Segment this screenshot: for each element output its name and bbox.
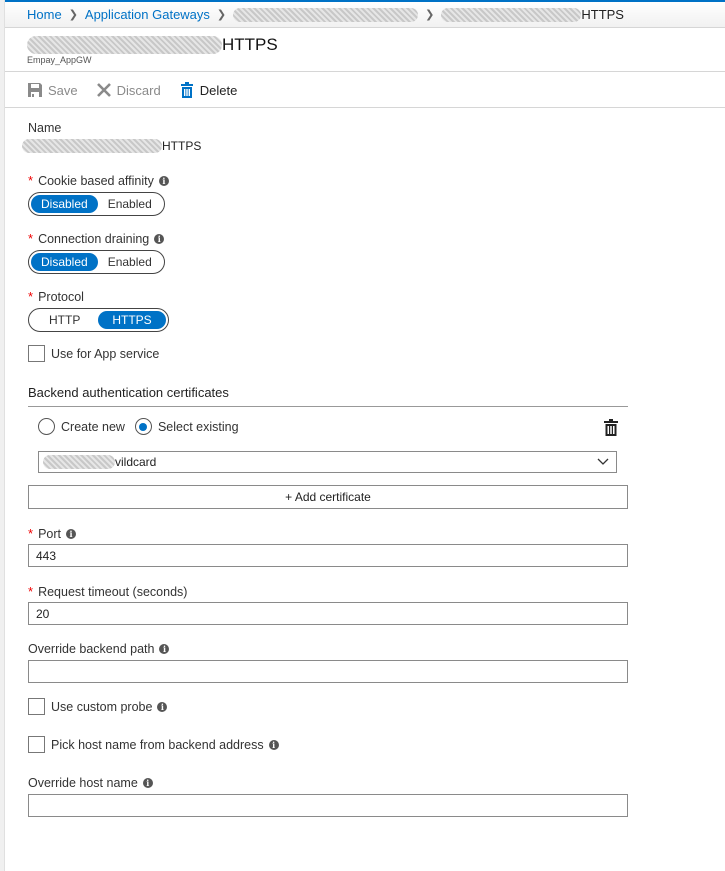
section-divider	[28, 406, 628, 407]
chevron-right-icon: ❯	[216, 9, 227, 21]
required-asterisk: *	[28, 584, 34, 599]
delete-label: Delete	[199, 82, 238, 98]
protocol-label: Protocol	[38, 289, 84, 304]
select-existing-radio[interactable]	[134, 418, 152, 435]
redacted-text	[22, 139, 162, 153]
cookie-affinity-enabled[interactable]: Enabled	[98, 195, 162, 213]
chevron-down-icon	[597, 455, 609, 470]
breadcrumb: Home ❯ Application Gateways ❯ ❯ HTTPS	[5, 2, 725, 28]
request-timeout-label: Request timeout (seconds)	[38, 584, 188, 599]
override-backend-path-field: Override backend path i	[28, 642, 170, 656]
breadcrumb-current: HTTPS	[581, 7, 624, 22]
name-label: Name	[28, 121, 62, 135]
delete-certificate-icon[interactable]	[604, 419, 618, 441]
breadcrumb-gateway-redacted[interactable]	[233, 7, 419, 22]
pick-host-name-field: Pick host name from backend address i	[28, 736, 279, 753]
connection-draining-label: Connection draining	[38, 231, 150, 246]
port-field: * Port i	[28, 526, 76, 541]
connection-draining-disabled[interactable]: Disabled	[31, 253, 98, 271]
connection-draining-field: * Connection draining i Disabled Enabled	[28, 231, 165, 274]
port-input[interactable]: 443	[28, 544, 628, 567]
required-asterisk: *	[28, 526, 34, 541]
request-timeout-field: * Request timeout (seconds)	[28, 584, 187, 599]
port-label: Port	[38, 526, 61, 541]
chevron-right-icon: ❯	[68, 9, 78, 21]
pick-host-name-label: Pick host name from backend address	[51, 737, 264, 752]
info-icon[interactable]: i	[154, 233, 165, 244]
page-title: HTTPS	[222, 35, 278, 54]
save-icon	[27, 82, 43, 98]
certificate-select-value: vildcard	[115, 455, 157, 469]
override-backend-path-input[interactable]	[28, 660, 628, 683]
cookie-affinity-label: Cookie based affinity	[38, 173, 154, 188]
info-icon[interactable]: i	[268, 739, 279, 750]
trash-icon	[179, 82, 195, 98]
create-new-radio[interactable]	[38, 418, 55, 435]
connection-draining-toggle: Disabled Enabled	[28, 250, 165, 274]
override-host-name-label: Override host name	[28, 776, 138, 790]
redacted-text	[441, 7, 582, 22]
protocol-toggle: HTTP HTTPS	[28, 308, 169, 332]
chevron-right-icon: ❯	[425, 9, 435, 21]
save-button[interactable]: Save	[27, 82, 78, 98]
cookie-affinity-disabled[interactable]: Disabled	[31, 195, 98, 213]
protocol-https[interactable]: HTTPS	[98, 311, 166, 329]
info-icon[interactable]: i	[159, 644, 170, 654]
redacted-text	[27, 36, 222, 54]
certificate-select[interactable]: vildcard	[38, 451, 617, 473]
override-host-name-field: Override host name i	[28, 776, 153, 790]
close-icon	[96, 82, 112, 98]
blade-header: HTTPS Empay_AppGW	[5, 29, 725, 72]
required-asterisk: *	[28, 231, 34, 246]
use-for-app-service-checkbox[interactable]	[28, 345, 45, 362]
name-field: Name HTTPS	[22, 121, 202, 153]
backend-auth-section: Backend authentication certificates	[28, 385, 628, 407]
cookie-affinity-toggle: Disabled Enabled	[28, 192, 165, 216]
connection-draining-enabled[interactable]: Enabled	[98, 253, 162, 271]
page-subtitle: Empay_AppGW	[27, 55, 92, 65]
use-custom-probe-checkbox[interactable]	[28, 698, 45, 715]
override-backend-path-label: Override backend path	[28, 642, 155, 656]
name-value: HTTPS	[162, 139, 202, 153]
backend-auth-title: Backend authentication certificates	[28, 385, 229, 400]
create-new-label: Create new	[61, 419, 125, 434]
redacted-text	[43, 455, 115, 469]
cert-source-radio-group: Create new Select existing	[38, 418, 628, 436]
save-label: Save	[48, 82, 78, 98]
cookie-affinity-field: * Cookie based affinity i Disabled Enabled	[28, 173, 169, 216]
add-certificate-button[interactable]: + Add certificate	[28, 485, 628, 509]
pick-host-name-checkbox[interactable]	[28, 736, 45, 753]
use-custom-probe-label: Use custom probe	[51, 699, 153, 714]
request-timeout-input[interactable]: 20	[28, 602, 628, 625]
select-existing-label: Select existing	[157, 419, 239, 434]
discard-button[interactable]: Discard	[96, 82, 161, 98]
info-icon[interactable]: i	[157, 701, 168, 712]
discard-label: Discard	[116, 82, 161, 98]
info-icon[interactable]: i	[142, 778, 153, 788]
protocol-http[interactable]: HTTP	[31, 311, 98, 329]
left-edge	[0, 0, 5, 871]
delete-button[interactable]: Delete	[179, 82, 238, 98]
use-custom-probe-field: Use custom probe i	[28, 698, 168, 715]
info-icon[interactable]: i	[158, 175, 169, 186]
protocol-field: * Protocol HTTP HTTPS	[28, 289, 169, 332]
breadcrumb-home[interactable]: Home	[27, 7, 62, 22]
command-bar: Save Discard Delete	[5, 73, 725, 108]
use-for-app-service-label: Use for App service	[51, 346, 160, 361]
required-asterisk: *	[28, 173, 34, 188]
required-asterisk: *	[28, 289, 34, 304]
override-host-name-input[interactable]	[28, 794, 628, 817]
use-for-app-service-field: Use for App service	[28, 345, 159, 362]
breadcrumb-application-gateways[interactable]: Application Gateways	[85, 7, 210, 22]
info-icon[interactable]: i	[66, 528, 76, 539]
